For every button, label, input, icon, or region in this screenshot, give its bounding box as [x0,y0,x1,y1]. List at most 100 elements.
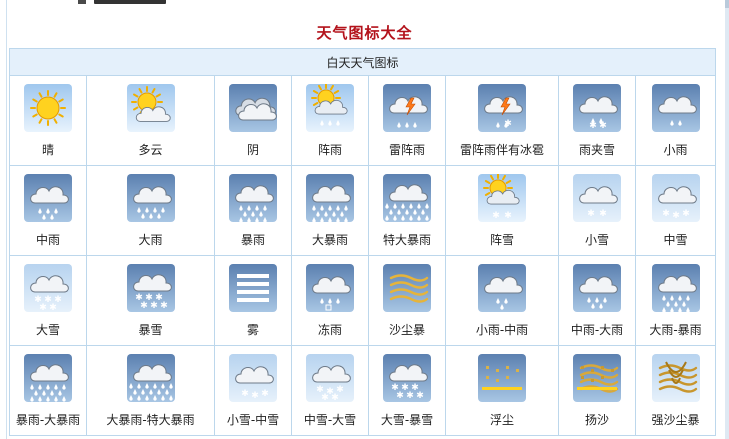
weather-label: 雷阵雨伴有冰雹 [459,143,544,157]
weather-cell: 大雨 [86,165,215,256]
weather-cell: 浮尘 [445,345,559,436]
weather-cell: 阴 [214,75,292,166]
blizzard-icon: ✱ ✱ ✱✱ ✱ ✱ [126,264,175,312]
table-row: ✱ ✱ ✱ ✱ ✱ 大雪 ✱ ✱ ✱ ✱ ✱ ✱ 暴雪雾冻雨 沙尘暴 小雨-中雨 中雨-大雨 大雨-暴雨 [9,255,717,346]
svg-text:✱: ✱ [321,393,329,402]
breadcrumb-icon [78,0,86,4]
weather-cell: ✱ ✱ ✱ 中雪 [634,165,717,256]
light-rain-icon [651,84,700,132]
weather-label: 暴雨 [240,233,265,247]
left-border [6,0,7,439]
heavy-snow-icon: ✱ ✱ ✱✱ ✱ [24,264,72,312]
svg-text:✱: ✱ [589,121,597,131]
light-to-moderate-rain-icon [478,264,526,312]
light-snow-icon: ✱ ✱ [573,174,621,222]
scrollbar[interactable] [725,0,729,439]
severe-sandstorm-icon [651,354,700,402]
moderate-snow-icon: ✱ ✱ ✱ [651,174,700,222]
page-title: 天气图标大全 [316,24,413,42]
weather-label: 雷阵雨 [388,143,425,157]
weather-cell: 中雨 [9,165,87,256]
overcast-icon [229,84,277,132]
weather-label: 小雨-中雨 [475,323,529,337]
svg-text:✱: ✱ [599,121,607,131]
table-row: 中雨 大雨 暴雨 大暴雨 特大暴雨 ✱ ✱ 阵雪 ✱ ✱ 小雪 ✱ ✱ ✱ 中雪 [9,165,717,256]
table-row: 晴多云阴阵雨 雷阵雨 ✱ 雷阵雨伴有冰雹 ✱ ✱ 雨夹雪 小雨 [9,75,717,166]
svg-text:✱: ✱ [672,211,680,221]
svg-text:✱: ✱ [587,209,595,219]
weather-cell: ✱ ✱ ✱ ✱ ✱ 大雪 [9,255,87,346]
heavy-to-extreme-rainstorm-icon [126,354,175,402]
svg-text:✱: ✱ [160,301,168,311]
weather-label: 阵雨 [317,143,342,157]
weather-label: 小雪 [584,233,609,247]
weather-label: 雾 [246,323,259,337]
blowing-sand-icon [573,354,621,402]
svg-text:✱: ✱ [150,301,158,311]
weather-label: 大暴雨-特大暴雨 [106,413,195,427]
snow-shower-icon: ✱ ✱ [478,174,526,222]
sandstorm-icon [383,264,431,312]
sleet-icon: ✱ ✱ [573,84,621,132]
svg-text:✱: ✱ [406,391,414,401]
weather-cell: ✱ 雷阵雨伴有冰雹 [445,75,559,166]
weather-label: 中雪 [663,233,688,247]
svg-text:✱: ✱ [492,211,500,221]
weather-label: 大雪 [35,323,60,337]
extreme-rainstorm-icon [383,174,431,222]
weather-cell: ✱ ✱ ✱ ✱ ✱ ✱ 暴雪 [86,255,215,346]
weather-cell: 大暴雨 [291,165,369,256]
svg-text:✱: ✱ [599,209,607,219]
moderate-to-heavy-rain-icon [573,264,621,312]
weather-cell: ✱ ✱ ✱ ✱ ✱ 中雪-大雪 [291,345,369,436]
weather-cell: 中雨-大雨 [558,255,636,346]
weather-label: 晴 [41,143,54,157]
weather-cell: 大暴雨-特大暴雨 [86,345,215,436]
table-header: 白天天气图标 [8,48,717,76]
weather-label: 阴 [246,143,259,157]
weather-label: 小雪-中雪 [226,413,280,427]
weather-label: 阵雪 [489,233,514,247]
weather-label: 雨夹雪 [578,143,615,157]
fog-icon [229,264,277,312]
weather-cell: 特大暴雨 [368,165,446,256]
svg-text:✱: ✱ [504,211,512,221]
heavy-rainstorm-icon [306,174,354,222]
svg-text:✱: ✱ [39,303,47,312]
shower-icon [306,84,354,132]
heavy-rain-icon [126,174,175,222]
scrollbar-thumb[interactable] [725,0,729,8]
svg-text:✱: ✱ [241,389,249,399]
weather-cell: 暴雨 [214,165,292,256]
moderate-to-heavy-snow-icon: ✱ ✱ ✱✱ ✱ [306,354,354,402]
weather-label: 特大暴雨 [382,233,431,247]
weather-cell: 暴雨-大暴雨 [9,345,87,436]
thunder-hail-icon: ✱ [478,84,526,132]
weather-label: 浮尘 [489,413,514,427]
weather-label: 多云 [138,143,163,157]
weather-label: 暴雪 [138,323,163,337]
weather-cell: 晴 [9,75,87,166]
svg-text:✱: ✱ [682,209,690,219]
weather-label: 大雨 [138,233,163,247]
weather-label: 冻雨 [317,323,342,337]
weather-cell: ✱ ✱ ✱ ✱ ✱ ✱ 大雪-暴雪 [368,345,446,436]
weather-cell: 阵雨 [291,75,369,166]
svg-text:✱: ✱ [331,393,339,402]
weather-cell: 扬沙 [558,345,636,436]
weather-cell: 雾 [214,255,292,346]
weather-label: 强沙尘暴 [651,413,700,427]
svg-text:✱: ✱ [140,301,148,311]
thunder-shower-icon [383,84,431,132]
weather-cell: ✱ ✱ ✱ 小雪-中雪 [214,345,292,436]
weather-label: 中雪-大雪 [303,413,357,427]
table-row: 暴雨-大暴雨 大暴雨-特大暴雨 ✱ ✱ ✱ 小雪-中雪 ✱ ✱ ✱ ✱ ✱ 中雪-大雪 ✱ ✱ ✱ ✱ ✱ ✱ 大雪… [9,345,717,436]
weather-cell: 冻雨 [291,255,369,346]
weather-label: 扬沙 [584,413,609,427]
weather-label: 大雪-暴雪 [380,413,434,427]
weather-label: 沙尘暴 [388,323,425,337]
weather-label: 中雨 [35,233,60,247]
weather-cell: ✱ ✱ 阵雪 [445,165,559,256]
rainstorm-to-heavy-rainstorm-icon [24,354,72,402]
weather-cell: ✱ ✱ 雨夹雪 [558,75,636,166]
